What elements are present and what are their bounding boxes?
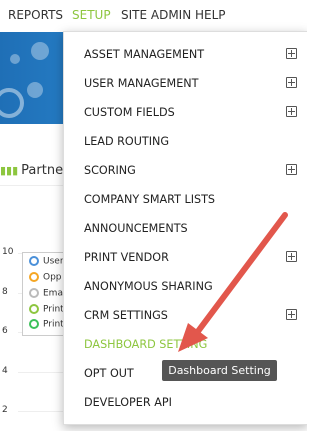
y-tick-label: 8 — [2, 287, 8, 297]
nav-reports[interactable]: REPORTS — [8, 8, 63, 22]
page: REPORTS SETUP SITE ADMIN HELP ▮▮▮ Partner… — [0, 0, 307, 431]
nav-site-admin[interactable]: SITE ADMIN — [121, 8, 191, 22]
y-tick-label: 2 — [2, 405, 8, 415]
menu-item-asset-management[interactable]: ASSET MANAGEMENT — [84, 48, 204, 61]
menu-item-scoring[interactable]: SCORING — [84, 164, 136, 177]
menu-item-custom-fields[interactable]: CUSTOM FIELDS — [84, 106, 175, 119]
legend-item[interactable]: Opp — [29, 272, 62, 284]
y-tick-label: 4 — [2, 366, 8, 376]
menu-item-anonymous-sharing[interactable]: ANONYMOUS SHARING — [84, 280, 213, 293]
expand-plus-icon[interactable] — [286, 106, 297, 117]
nav-setup[interactable]: SETUP — [72, 8, 111, 22]
legend-item[interactable]: Ema — [29, 288, 63, 300]
legend-item[interactable]: Print — [29, 319, 64, 331]
legend-marker-icon — [29, 288, 39, 298]
menu-item-print-vendor[interactable]: PRINT VENDOR — [84, 251, 169, 264]
legend-item[interactable]: Print — [29, 304, 64, 316]
bar-chart-icon: ▮▮▮ — [0, 164, 19, 177]
menu-item-crm-settings[interactable]: CRM SETTINGS — [84, 309, 168, 322]
y-tick-label: 6 — [2, 326, 8, 336]
menu-item-opt-out[interactable]: OPT OUT — [84, 367, 134, 380]
expand-plus-icon[interactable] — [286, 164, 297, 175]
banner-circle-graphic — [0, 88, 24, 118]
legend-marker-icon — [29, 256, 39, 266]
banner-people-graphic — [27, 82, 43, 98]
expand-plus-icon[interactable] — [286, 48, 297, 59]
legend-marker-icon — [29, 319, 39, 329]
legend-item[interactable]: User — [29, 256, 64, 268]
menu-item-lead-routing[interactable]: LEAD ROUTING — [84, 135, 169, 148]
expand-plus-icon[interactable] — [286, 309, 297, 320]
legend-marker-icon — [29, 272, 39, 282]
nav-help[interactable]: HELP — [195, 8, 226, 22]
legend-marker-icon — [29, 304, 39, 314]
menu-item-announcements[interactable]: ANNOUNCEMENTS — [84, 222, 188, 235]
top-navigation: REPORTS SETUP SITE ADMIN HELP — [0, 0, 307, 32]
menu-item-developer-api[interactable]: DEVELOPER API — [84, 396, 172, 409]
expand-plus-icon[interactable] — [286, 77, 297, 88]
menu-item-company-smart-lists[interactable]: COMPANY SMART LISTS — [84, 193, 215, 206]
y-tick-label: 10 — [2, 247, 14, 257]
banner-user-graphic — [10, 54, 20, 64]
dashboard-setting-tooltip: Dashboard Setting — [162, 360, 277, 381]
menu-item-user-management[interactable]: USER MANAGEMENT — [84, 77, 198, 90]
expand-plus-icon[interactable] — [286, 251, 297, 262]
menu-item-dashboard-setting[interactable]: DASHBOARD SETTING — [84, 338, 207, 351]
banner-chat-graphic — [31, 42, 49, 60]
